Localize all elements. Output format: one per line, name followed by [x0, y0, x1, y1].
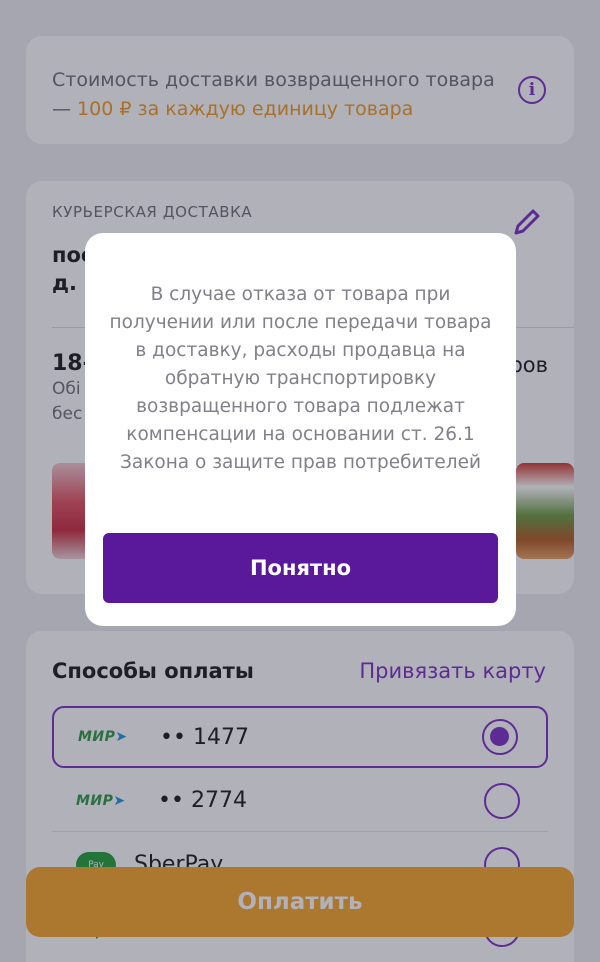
info-dialog: В случае отказа от товара при получении …: [85, 233, 516, 626]
dialog-message: В случае отказа от товара при получении …: [109, 284, 492, 473]
dialog-ok-button[interactable]: Понятно: [103, 533, 498, 603]
